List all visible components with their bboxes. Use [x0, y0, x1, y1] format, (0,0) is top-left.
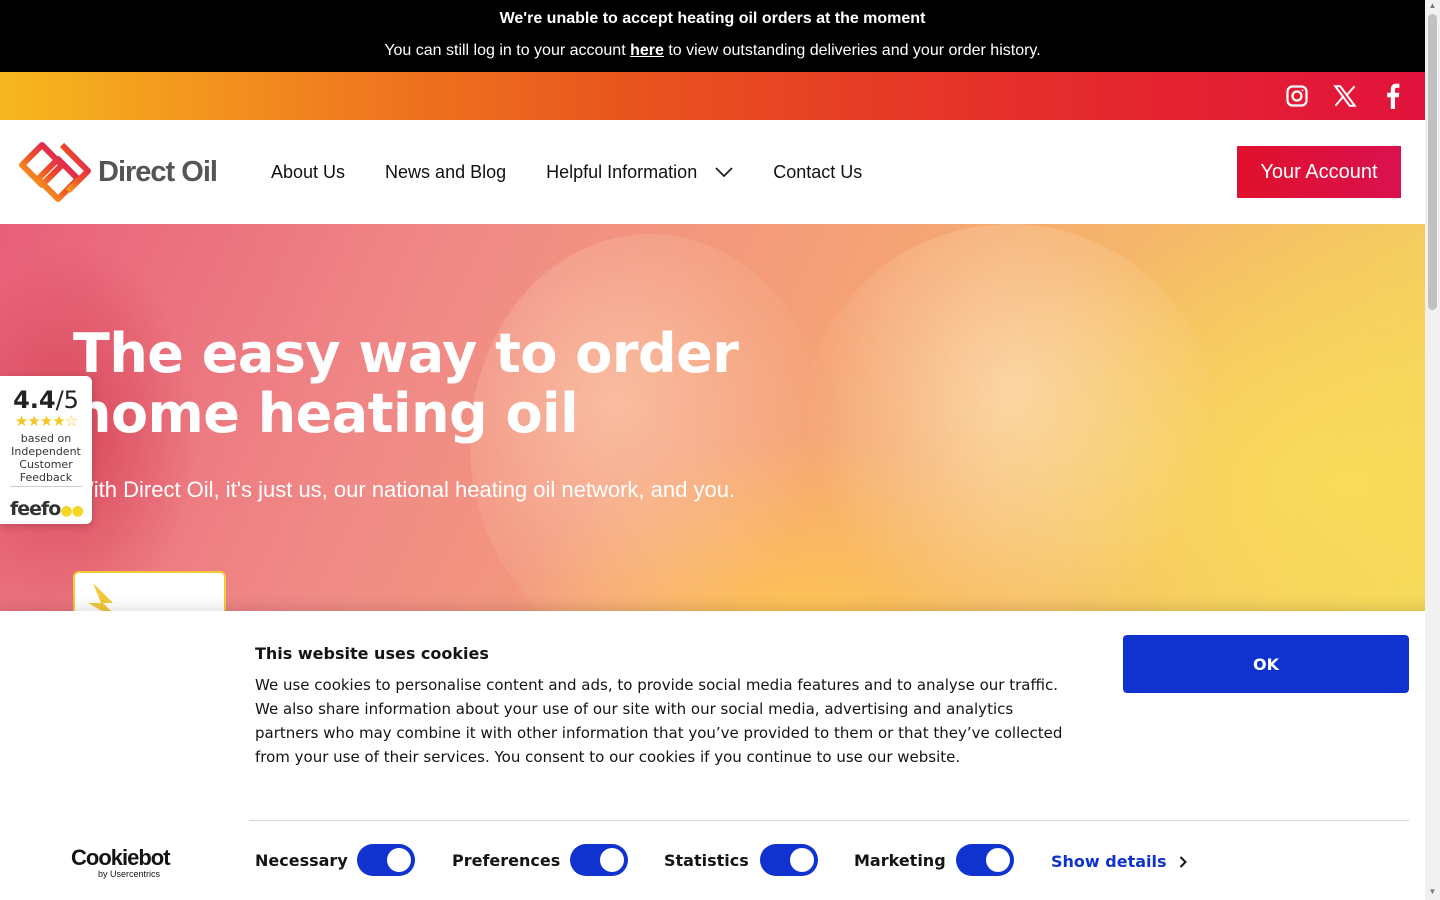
toggle-statistics-label: Statistics — [664, 850, 749, 870]
feefo-caption-line-4: Feedback — [19, 471, 73, 484]
cookie-body: We use cookies to personalise content an… — [255, 676, 1063, 766]
feefo-score: 4.4/5 — [0, 386, 92, 414]
feefo-score-max: /5 — [55, 386, 79, 414]
page-scrollbar[interactable]: ▲ ▼ — [1425, 0, 1440, 900]
lightning-icon — [88, 583, 113, 611]
show-details-label: Show details — [1051, 852, 1167, 871]
feefo-rating-badge[interactable]: 4.4/5 ★★★★☆ based on Independent Custome… — [0, 376, 92, 524]
nav-about-us[interactable]: About Us — [271, 162, 345, 183]
toggle-marketing-label: Marketing — [854, 850, 946, 870]
your-account-button[interactable]: Your Account — [1237, 146, 1401, 198]
feefo-logo-text: feefo — [10, 498, 61, 520]
hero-image-glove-right — [800, 224, 1220, 611]
feefo-caption: based on Independent Customer Feedback — [0, 432, 92, 484]
chevron-down-icon — [715, 167, 733, 177]
hero-subtitle: With Direct Oil, it's just us, our natio… — [73, 477, 736, 502]
scrollbar-thumb[interactable] — [1428, 14, 1437, 310]
chevron-right-icon — [1179, 855, 1187, 868]
cookie-ok-button[interactable]: OK — [1123, 635, 1409, 693]
order-alert-banner: We're unable to accept heating oil order… — [0, 0, 1425, 72]
facebook-icon[interactable] — [1373, 72, 1413, 120]
toggle-necessary[interactable] — [357, 844, 415, 876]
cookiebot-by: by Usercentrics — [98, 869, 161, 879]
logo-mark-icon — [19, 142, 91, 202]
cookie-consent-banner: This website uses cookies We use cookies… — [0, 611, 1440, 900]
cookie-title: This website uses cookies — [255, 644, 489, 663]
alert-message: You can still log in to your account her… — [0, 42, 1425, 60]
scroll-down-icon[interactable]: ▼ — [1428, 888, 1437, 896]
alert-message-start: You can still log in to your account — [384, 42, 631, 59]
toggle-preferences-label: Preferences — [452, 850, 561, 870]
feefo-score-value: 4.4 — [13, 386, 56, 414]
show-details-link[interactable]: Show details — [1051, 852, 1187, 871]
feefo-logo: feefo●● — [10, 498, 84, 520]
toggle-marketing[interactable] — [956, 844, 1014, 876]
x-twitter-icon[interactable] — [1325, 72, 1365, 120]
feefo-divider — [10, 486, 82, 487]
cookiebot-logo[interactable]: Cookiebot by Usercentrics — [71, 845, 171, 880]
scroll-up-icon[interactable]: ▲ — [1428, 2, 1437, 10]
consent-toggles: Necessary Preferences Statistics Marketi… — [255, 843, 1055, 877]
feefo-caption-line-3: Customer — [19, 458, 73, 471]
toggle-preferences[interactable] — [570, 844, 628, 876]
direct-oil-logo[interactable]: Direct Oil — [18, 142, 218, 202]
hero-section: The easy way to order home heating oil W… — [0, 224, 1425, 611]
feefo-eyes-icon: ●● — [60, 503, 83, 519]
nav-news-and-blog[interactable]: News and Blog — [385, 162, 506, 183]
feefo-caption-line-2: Independent — [11, 445, 81, 458]
toggle-necessary-label: Necessary — [255, 850, 348, 870]
alert-message-end: to view outstanding deliveries and your … — [663, 42, 1041, 59]
nav-helpful-information-label: Helpful Information — [546, 161, 698, 182]
hero-feature-card[interactable] — [73, 571, 226, 611]
instagram-icon[interactable] — [1277, 72, 1317, 120]
social-strip — [0, 72, 1425, 120]
cookiebot-name: Cookiebot — [71, 845, 171, 870]
toggle-statistics[interactable] — [760, 844, 818, 876]
rating-stars-icon: ★★★★☆ — [14, 413, 78, 430]
nav-contact-us[interactable]: Contact Us — [773, 162, 862, 183]
site-header: Direct Oil About Us News and Blog Helpfu… — [0, 120, 1425, 224]
main-nav: About Us News and Blog Helpful Informati… — [271, 120, 902, 224]
logo-text: Direct Oil — [98, 155, 218, 188]
alert-heading: We're unable to accept heating oil order… — [499, 10, 926, 27]
hero-title: The easy way to order home heating oil — [73, 322, 739, 445]
nav-helpful-information[interactable]: Helpful Information — [546, 162, 733, 183]
cookie-divider — [249, 820, 1409, 821]
feefo-caption-line-1: based on — [20, 432, 72, 445]
alert-login-link[interactable]: here — [630, 42, 664, 59]
